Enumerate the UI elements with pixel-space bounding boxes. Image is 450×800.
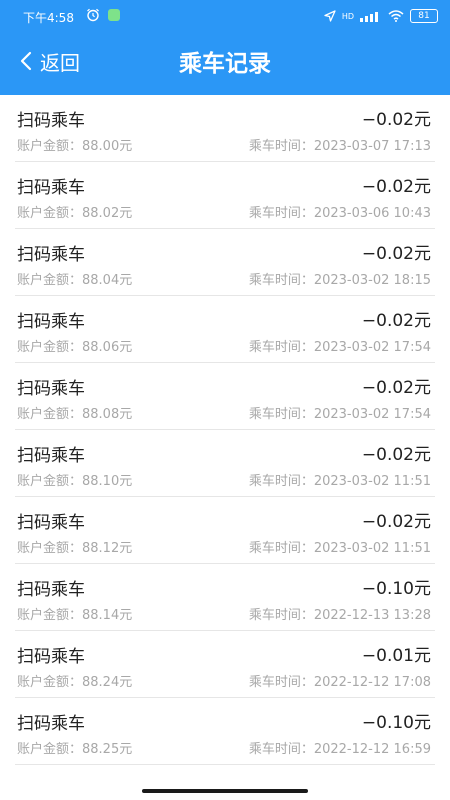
list-item[interactable]: 扫码乘车 −0.10元 账户金额：88.14元 乘车时间：2022-12-13 … — [15, 564, 435, 631]
account-balance: 账户金额：88.02元 — [17, 206, 133, 221]
ride-time: 乘车时间：2023-03-02 17:54 — [248, 407, 431, 422]
ride-time: 乘车时间：2023-03-02 18:15 — [248, 273, 431, 288]
account-balance: 账户金额：88.12元 — [17, 541, 133, 556]
list-item[interactable]: 扫码乘车 −0.02元 账户金额：88.06元 乘车时间：2023-03-02 … — [15, 296, 435, 363]
fare-amount: −0.02元 — [361, 311, 431, 331]
list-item[interactable]: 扫码乘车 −0.02元 账户金额：88.02元 乘车时间：2023-03-06 … — [15, 162, 435, 229]
fare-amount: −0.10元 — [361, 713, 431, 733]
ride-type: 扫码乘车 — [17, 379, 85, 399]
fare-amount: −0.02元 — [361, 244, 431, 264]
ride-time: 乘车时间：2022-12-13 13:28 — [248, 608, 431, 623]
wifi-icon — [388, 10, 404, 22]
network-type-label: HD — [341, 11, 354, 21]
list-item[interactable]: 扫码乘车 −0.01元 账户金额：88.24元 乘车时间：2022-12-12 … — [15, 631, 435, 698]
ride-time: 乘车时间：2022-12-12 16:59 — [248, 742, 431, 757]
list-item[interactable]: 扫码乘车 −0.02元 账户金额：88.08元 乘车时间：2023-03-02 … — [15, 363, 435, 430]
signal-strength-icon — [360, 12, 378, 22]
list-item[interactable]: 扫码乘车 −0.10元 账户金额：88.25元 乘车时间：2022-12-12 … — [15, 698, 435, 765]
ride-type: 扫码乘车 — [17, 714, 85, 734]
account-balance: 账户金额：88.24元 — [17, 675, 133, 690]
ride-time: 乘车时间：2023-03-07 17:13 — [248, 139, 431, 154]
alarm-clock-icon — [87, 8, 99, 22]
account-balance: 账户金额：88.00元 — [17, 139, 133, 154]
account-balance: 账户金额：88.14元 — [17, 608, 133, 623]
fare-amount: −0.02元 — [361, 445, 431, 465]
ride-type: 扫码乘车 — [17, 647, 85, 667]
home-indicator[interactable] — [142, 789, 308, 793]
list-item[interactable]: 扫码乘车 −0.02元 账户金额：88.00元 乘车时间：2023-03-07 … — [15, 95, 435, 162]
fare-amount: −0.02元 — [361, 512, 431, 532]
ride-type: 扫码乘车 — [17, 513, 85, 533]
list-item[interactable]: 扫码乘车 −0.02元 账户金额：88.04元 乘车时间：2023-03-02 … — [15, 229, 435, 296]
ride-time: 乘车时间：2022-12-12 17:08 — [248, 675, 431, 690]
status-bar: 下午4:58 HD 81 — [0, 0, 450, 32]
account-balance: 账户金额：88.08元 — [17, 407, 133, 422]
status-indicators: HD 81 — [324, 7, 438, 25]
list-item[interactable]: 扫码乘车 −0.02元 账户金额：88.12元 乘车时间：2023-03-02 … — [15, 497, 435, 564]
account-balance: 账户金额：88.04元 — [17, 273, 133, 288]
page-title: 乘车记录 — [179, 51, 271, 77]
status-time: 下午4:58 — [23, 11, 74, 25]
ride-type: 扫码乘车 — [17, 178, 85, 198]
account-balance: 账户金额：88.25元 — [17, 742, 133, 757]
ride-time: 乘车时间：2023-03-02 11:51 — [248, 541, 431, 556]
ride-type: 扫码乘车 — [17, 312, 85, 332]
ride-time: 乘车时间：2023-03-06 10:43 — [248, 206, 431, 221]
location-arrow-icon — [324, 10, 336, 22]
fare-amount: −0.10元 — [361, 579, 431, 599]
ride-type: 扫码乘车 — [17, 446, 85, 466]
ride-type: 扫码乘车 — [17, 245, 85, 265]
fare-amount: −0.01元 — [361, 646, 431, 666]
ride-type: 扫码乘车 — [17, 111, 85, 131]
navigation-bar: 返回 乘车记录 — [0, 32, 450, 90]
battery-icon: 81 — [410, 9, 438, 23]
fare-amount: −0.02元 — [361, 177, 431, 197]
ride-record-list[interactable]: 扫码乘车 −0.02元 账户金额：88.00元 乘车时间：2023-03-07 … — [0, 95, 450, 800]
account-balance: 账户金额：88.10元 — [17, 474, 133, 489]
ride-time: 乘车时间：2023-03-02 11:51 — [248, 474, 431, 489]
ride-time: 乘车时间：2023-03-02 17:54 — [248, 340, 431, 355]
app-notification-icon — [108, 9, 120, 21]
fare-amount: −0.02元 — [361, 378, 431, 398]
fare-amount: −0.02元 — [361, 110, 431, 130]
ride-type: 扫码乘车 — [17, 580, 85, 600]
account-balance: 账户金额：88.06元 — [17, 340, 133, 355]
list-item[interactable]: 扫码乘车 −0.02元 账户金额：88.10元 乘车时间：2023-03-02 … — [15, 430, 435, 497]
